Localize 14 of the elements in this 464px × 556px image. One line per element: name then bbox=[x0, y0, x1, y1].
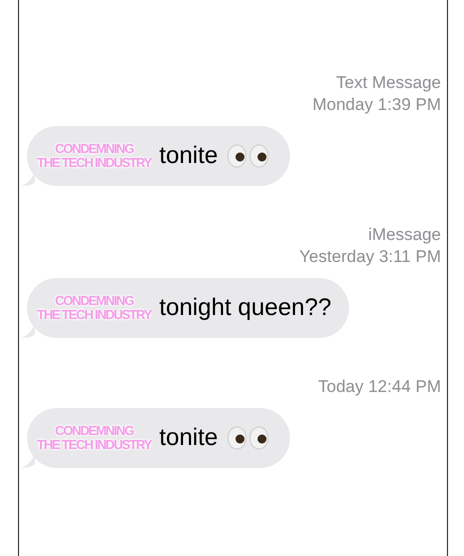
message-timestamp: Monday 1:39 PM bbox=[312, 94, 441, 116]
overlay-caption: THE TECH INDUSTRY bbox=[37, 438, 152, 452]
overlay-caption: CONDEMNING bbox=[54, 424, 134, 438]
message-text: tonite bbox=[159, 424, 218, 452]
overlay-caption: CONDEMNING bbox=[54, 142, 134, 156]
overlay-caption: THE TECH INDUSTRY bbox=[37, 308, 152, 322]
message-text: tonite bbox=[159, 142, 218, 170]
overlay-caption: CONDEMNING bbox=[54, 294, 134, 308]
overlay-caption: THE TECH INDUSTRY bbox=[37, 156, 152, 170]
message-timestamp: Yesterday 3:11 PM bbox=[299, 246, 441, 268]
message-timestamp: Text Message bbox=[336, 72, 441, 94]
message-text: tonight queen?? bbox=[159, 294, 332, 322]
message-timestamp: iMessage bbox=[368, 224, 441, 246]
message-timestamp: Today 12:44 PM bbox=[318, 376, 441, 398]
